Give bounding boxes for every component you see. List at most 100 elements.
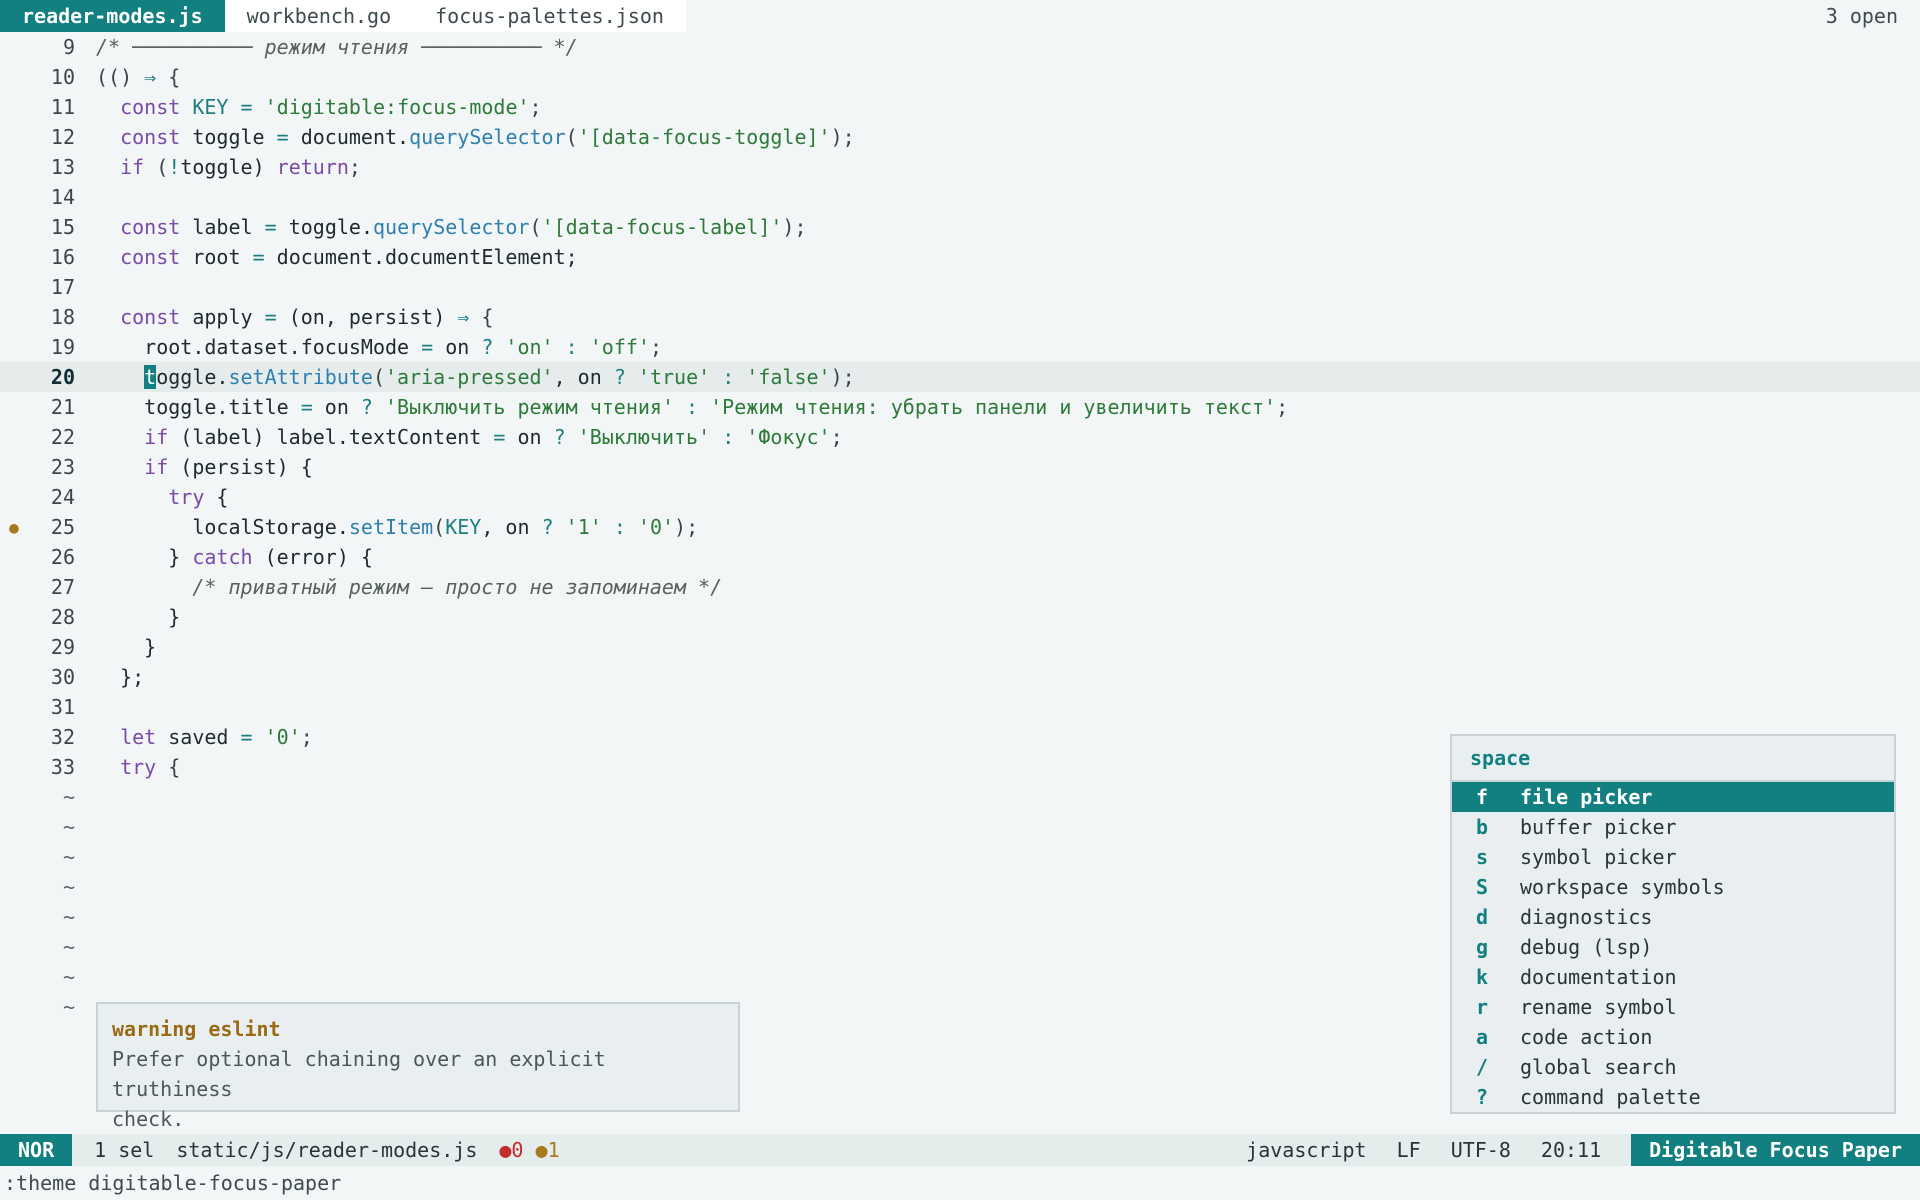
- line-number: 18: [50, 305, 75, 329]
- code-line: 27 /* приватный режим — просто не запоми…: [0, 572, 1920, 602]
- menu-item-documentation[interactable]: k documentation: [1452, 962, 1894, 992]
- line-number: 32: [50, 725, 75, 749]
- line-text: const apply = (on, persist) ⇒ {: [120, 305, 494, 329]
- status-right: javascript LF UTF-8 20:11 Digitable Focu…: [1246, 1134, 1920, 1166]
- tilde-marker: ~: [62, 845, 75, 869]
- menu-item-command-palette[interactable]: ? command palette: [1452, 1082, 1894, 1112]
- menu-title: space: [1452, 736, 1894, 782]
- code-line: 24 try {: [0, 482, 1920, 512]
- menu-label: documentation: [1520, 965, 1677, 989]
- code-line: 9 /* ────────── режим чтения ────────── …: [0, 32, 1920, 62]
- line-text: const KEY = 'digitable:focus-mode';: [120, 95, 542, 119]
- code-line: 19 root.dataset.focusMode = on ? 'on' : …: [0, 332, 1920, 362]
- code-line: ● 25 localStorage.setItem(KEY, on ? '1' …: [0, 512, 1920, 542]
- line-text: }: [96, 605, 181, 629]
- menu-item-rename-symbol[interactable]: r rename symbol: [1452, 992, 1894, 1022]
- menu-label: rename symbol: [1520, 995, 1677, 1019]
- error-dot-icon: ●: [499, 1138, 512, 1162]
- code-line: 30 };: [0, 662, 1920, 692]
- menu-item-workspace-symbols[interactable]: Sworkspace symbols: [1452, 872, 1894, 902]
- line-text: toggle.setAttribute('aria-pressed', on ?…: [144, 365, 855, 389]
- menu-key: r: [1476, 995, 1489, 1019]
- tilde-marker: ~: [62, 995, 75, 1019]
- line-text: const label = toggle.querySelector('[dat…: [120, 215, 807, 239]
- menu-item-diagnostics[interactable]: d diagnostics: [1452, 902, 1894, 932]
- tab-workbench-go[interactable]: workbench.go: [224, 0, 414, 32]
- file-path[interactable]: static/js/reader-modes.js: [154, 1138, 477, 1162]
- menu-key: g: [1476, 935, 1489, 959]
- tab-focus-palettes-json[interactable]: focus-palettes.json: [413, 0, 686, 32]
- code-line: 21 toggle.title = on ? 'Выключить режим …: [0, 392, 1920, 422]
- line-number: 17: [50, 275, 75, 299]
- language-indicator[interactable]: javascript: [1246, 1138, 1396, 1162]
- menu-label: code action: [1520, 1025, 1653, 1049]
- line-text: };: [96, 665, 145, 689]
- line-text: if (persist) {: [144, 455, 313, 479]
- code-line: 12 const toggle = document.querySelector…: [0, 122, 1920, 152]
- line-number: 16: [50, 245, 75, 269]
- menu-label: debug (lsp): [1520, 935, 1653, 959]
- theme-name-badge: Digitable Focus Paper: [1631, 1134, 1920, 1166]
- menu-key: a: [1476, 1025, 1489, 1049]
- code-line-current: 20 toggle.setAttribute('aria-pressed', o…: [0, 362, 1920, 392]
- code-line: 22 if (label) label.textContent = on ? '…: [0, 422, 1920, 452]
- line-text: /* приватный режим — просто не запоминае…: [192, 575, 723, 599]
- line-number: 27: [50, 575, 75, 599]
- menu-item-global-search[interactable]: / global search: [1452, 1052, 1894, 1082]
- tilde-marker: ~: [62, 875, 75, 899]
- menu-label: command palette: [1520, 1085, 1701, 1109]
- diagnostic-message-line: Prefer optional chaining over an explici…: [112, 1047, 606, 1101]
- line-number: 9: [62, 35, 75, 59]
- menu-key: f: [1476, 785, 1489, 809]
- menu-key: S: [1476, 875, 1489, 899]
- diagnostic-title: warning eslint: [112, 1017, 281, 1041]
- line-text: let saved = '0';: [120, 725, 313, 749]
- error-count: 0: [511, 1138, 524, 1162]
- warning-count: 1: [547, 1138, 560, 1162]
- code-line: 13 if (!toggle) return;: [0, 152, 1920, 182]
- code-line: 14: [0, 182, 1920, 212]
- diagnostic-popup: warning eslint Prefer optional chaining …: [96, 1002, 740, 1131]
- line-number: 14: [50, 185, 75, 209]
- menu-key: /: [1476, 1055, 1489, 1079]
- line-number: 11: [50, 95, 75, 119]
- tilde-marker: ~: [62, 965, 75, 989]
- diagnostic-message-line: check.: [112, 1107, 185, 1131]
- menu-label: buffer picker: [1520, 815, 1677, 839]
- tab-bar: reader-modes.js workbench.go focus-palet…: [0, 0, 1920, 32]
- code-line: 31: [0, 692, 1920, 722]
- line-number: 31: [50, 695, 75, 719]
- selection-count: 1 sel: [94, 1138, 155, 1162]
- menu-item-debug-lsp[interactable]: g debug (lsp): [1452, 932, 1894, 962]
- line-number: 10: [50, 65, 75, 89]
- line-number: 28: [50, 605, 75, 629]
- menu-item-code-action[interactable]: a code action: [1452, 1022, 1894, 1052]
- line-number: 19: [50, 335, 75, 359]
- diagnostics-summary[interactable]: ●0 ●1: [477, 1138, 559, 1162]
- line-number: 15: [50, 215, 75, 239]
- line-number: 29: [50, 635, 75, 659]
- menu-key: k: [1476, 965, 1489, 989]
- line-text: toggle.title = on ? 'Выключить режим чте…: [96, 395, 1289, 419]
- warning-gutter-dot-icon[interactable]: ●: [8, 518, 20, 537]
- code-line: 15 const label = toggle.querySelector('[…: [0, 212, 1920, 242]
- mode-indicator: NOR: [0, 1134, 73, 1166]
- menu-label: file picker: [1520, 785, 1653, 809]
- line-ending-indicator[interactable]: LF: [1397, 1138, 1451, 1162]
- menu-label: workspace symbols: [1520, 875, 1725, 899]
- line-number: 24: [50, 485, 75, 509]
- menu-item-symbol-picker[interactable]: s symbol picker: [1452, 842, 1894, 872]
- menu-item-buffer-picker[interactable]: b buffer picker: [1452, 812, 1894, 842]
- encoding-indicator[interactable]: UTF-8: [1451, 1138, 1541, 1162]
- tilde-marker: ~: [62, 785, 75, 809]
- status-line: NOR 1 sel static/js/reader-modes.js ●0 ●…: [0, 1134, 1920, 1166]
- menu-item-file-picker[interactable]: f file picker: [1452, 782, 1894, 812]
- menu-label: symbol picker: [1520, 845, 1677, 869]
- command-line[interactable]: :theme digitable-focus-paper: [0, 1166, 1920, 1200]
- text-cursor: t: [144, 365, 157, 389]
- line-text: const toggle = document.querySelector('[…: [120, 125, 855, 149]
- line-text: if (!toggle) return;: [120, 155, 361, 179]
- open-buffers-count: 3 open: [1825, 4, 1898, 28]
- menu-label: diagnostics: [1520, 905, 1653, 929]
- tab-reader-modes-js[interactable]: reader-modes.js: [0, 0, 225, 32]
